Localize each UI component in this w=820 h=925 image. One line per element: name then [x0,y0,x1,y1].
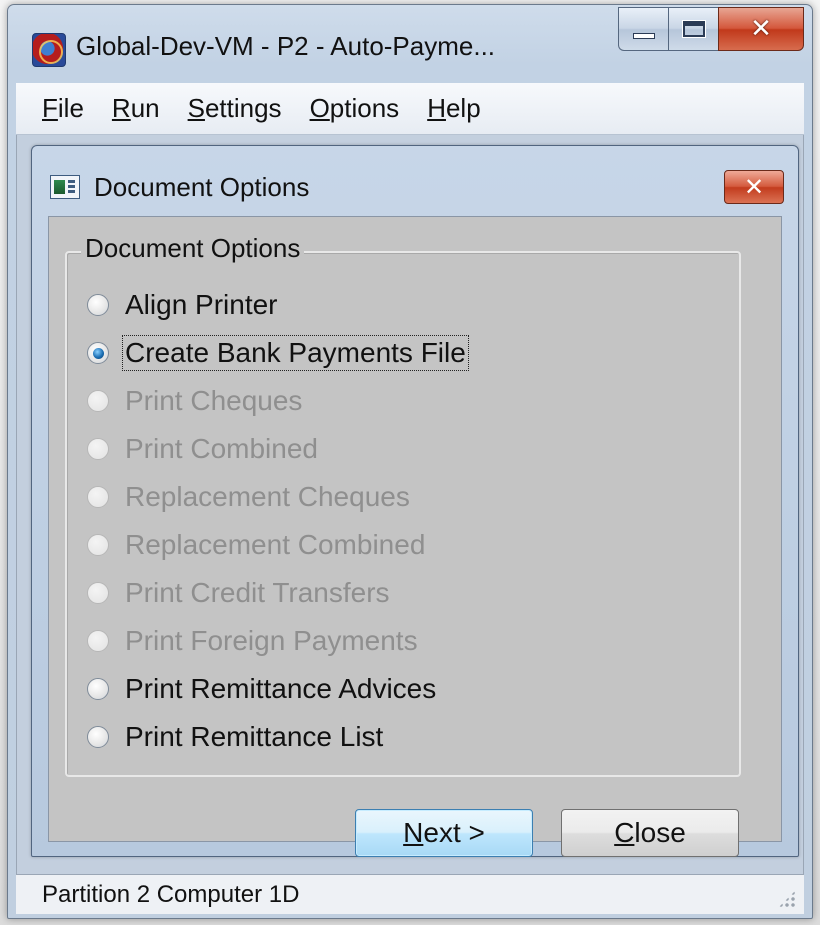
window-title: Global-Dev-VM - P2 - Auto-Payme... [76,31,496,61]
radio-option-label: Print Foreign Payments [125,625,418,656]
radio-option-label: Create Bank Payments File [122,335,469,371]
radio-option-print-remittance-advices[interactable]: Print Remittance Advices [87,665,468,713]
menu-run-rest: un [130,93,160,123]
radio-button-icon[interactable] [87,678,109,700]
group-title: Document Options [81,233,305,264]
radio-button-icon [87,582,109,604]
menu-bar: File Run Settings Options Help [16,83,804,135]
radio-option-label: Print Cheques [125,385,303,416]
next-button-mnemonic: N [403,817,424,848]
document-options-window: Document Options ✕ Document Options Alig… [31,145,799,857]
radio-button-icon[interactable] [87,294,109,316]
dialog-close-button[interactable]: ✕ [724,170,784,204]
menu-file-mnemonic: F [42,93,58,123]
caption-buttons: ✕ [618,7,804,51]
radio-button-icon [87,390,109,412]
menu-settings[interactable]: Settings [188,93,282,124]
app-globe-icon[interactable] [32,33,66,67]
close-icon: ✕ [750,14,772,44]
radio-option-label: Replacement Cheques [125,481,410,512]
resize-grip-icon[interactable] [778,890,796,908]
radio-option-label: Print Remittance List [125,721,384,752]
menu-file[interactable]: File [42,93,84,124]
menu-settings-mnemonic: S [187,93,205,123]
menu-options-rest: ptions [329,93,400,123]
radio-option-create-bank-payments-file[interactable]: Create Bank Payments File [87,329,469,377]
maximize-button[interactable] [668,7,718,51]
menu-options[interactable]: Options [310,93,400,124]
radio-option-align-printer[interactable]: Align Printer [87,281,468,329]
next-button[interactable]: Next > [355,809,533,857]
radio-option-print-remittance-list[interactable]: Print Remittance List [87,713,468,761]
next-button-rest: ext > [423,817,485,848]
menu-options-mnemonic: O [309,93,330,123]
document-options-icon [50,175,80,199]
menu-run[interactable]: Run [112,93,160,124]
close-icon: ✕ [743,173,765,201]
menu-help-mnemonic: H [427,93,446,123]
radio-option-print-cheques: Print Cheques [87,377,468,425]
radio-button-icon [87,630,109,652]
radio-option-print-credit-transfers: Print Credit Transfers [87,569,468,617]
close-button[interactable]: Close [561,809,739,857]
menu-file-rest: ile [57,93,84,123]
radio-option-label: Replacement Combined [125,529,426,560]
radio-button-icon[interactable] [87,726,109,748]
radio-button-icon [87,486,109,508]
radio-option-print-combined: Print Combined [87,425,468,473]
radio-option-label: Print Combined [125,433,318,464]
status-bar: Partition 2 Computer 1D [16,874,804,914]
title-bar[interactable]: Global-Dev-VM - P2 - Auto-Payme... ✕ [8,5,812,81]
dialog-body: Document Options Align Printer Create Ban… [48,216,782,857]
options-radio-list: Align Printer Create Bank Payments File Pr… [87,281,469,761]
close-button-rest: lose [634,817,686,848]
radio-option-replacement-cheques: Replacement Cheques [87,473,468,521]
document-options-group: Document Options Align Printer Create Ban… [65,233,741,777]
maximize-icon [681,20,706,38]
minimize-icon [632,33,655,39]
close-window-button[interactable]: ✕ [718,7,804,51]
close-button-mnemonic: C [614,817,635,848]
radio-button-icon [87,438,109,460]
dialog-title: Document Options [94,172,310,202]
client-area: Document Options ✕ Document Options Alig… [16,135,804,874]
radio-option-label: Print Credit Transfers [125,577,390,608]
radio-option-label: Print Remittance Advices [125,673,437,704]
menu-settings-rest: ettings [204,93,282,123]
radio-option-print-foreign-payments: Print Foreign Payments [87,617,468,665]
menu-help-rest: elp [445,93,481,123]
radio-button-icon [87,534,109,556]
radio-button-icon[interactable] [87,342,109,364]
radio-option-label: Align Printer [125,289,278,320]
radio-option-replacement-combined: Replacement Combined [87,521,468,569]
menu-run-mnemonic: R [111,93,131,123]
menu-help[interactable]: Help [427,93,480,124]
status-text: Partition 2 Computer 1D [42,880,300,908]
app-window: Global-Dev-VM - P2 - Auto-Payme... ✕ Fil… [7,4,813,919]
minimize-button[interactable] [618,7,668,51]
